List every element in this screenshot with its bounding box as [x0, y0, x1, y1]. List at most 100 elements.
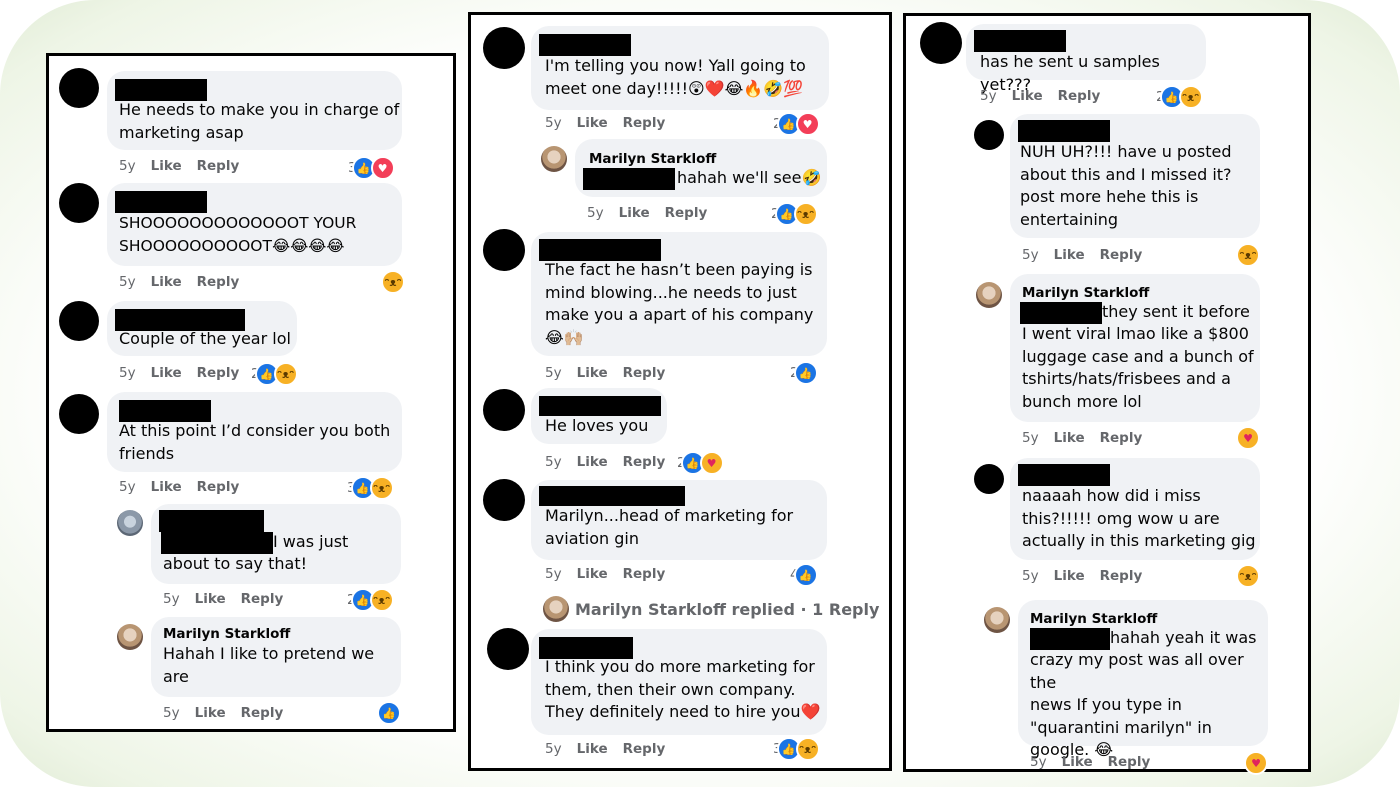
- reply-button[interactable]: Reply: [623, 115, 666, 131]
- like-button[interactable]: Like: [151, 158, 182, 174]
- reply-button[interactable]: Reply: [623, 454, 666, 470]
- reply-bubble: Marilyn Starkloff hahah we'll see🤣: [575, 139, 827, 197]
- redacted-name: [119, 400, 211, 422]
- reply-button[interactable]: Reply: [241, 705, 284, 721]
- timestamp: 5y: [545, 454, 562, 470]
- like-button[interactable]: Like: [151, 365, 182, 381]
- reaction-summary[interactable]: ᵔᴥᵔ: [379, 270, 405, 294]
- reply-button[interactable]: Reply: [197, 479, 240, 495]
- reaction-summary[interactable]: 2 👍 ᵔᴥᵔ: [251, 362, 298, 386]
- redacted-name: [539, 486, 685, 506]
- reply-button[interactable]: Reply: [241, 591, 284, 607]
- like-button[interactable]: Like: [1054, 568, 1085, 584]
- timestamp: 5y: [1022, 430, 1039, 446]
- comment-bubble: At this point I’d consider you both frie…: [107, 392, 402, 472]
- avatar: [541, 146, 567, 172]
- reply-bubble: Marilyn Starkloff Hahah I like to preten…: [151, 617, 401, 697]
- comment-text: SHOOOOOOOOOOOOOT YOUR SHOOOOOOOOOOT😂😂😂😂: [119, 214, 357, 255]
- reaction-summary[interactable]: ᵔᴥᵔ: [1234, 564, 1260, 588]
- comment-author[interactable]: Marilyn Starkloff: [163, 626, 290, 642]
- like-button[interactable]: Like: [151, 479, 182, 495]
- reply-button[interactable]: Reply: [197, 274, 240, 290]
- comment-actions: 5y Like Reply: [545, 566, 680, 582]
- avatar: [59, 394, 99, 434]
- reaction-summary[interactable]: 2 👍 ᵔᴥᵔ: [1156, 85, 1203, 109]
- reply-button[interactable]: Reply: [1058, 88, 1101, 104]
- reply-button[interactable]: Reply: [623, 566, 666, 582]
- like-button[interactable]: Like: [577, 115, 608, 131]
- reply-button[interactable]: Reply: [1108, 754, 1151, 770]
- redacted-name: [1018, 120, 1110, 142]
- reply-button[interactable]: Reply: [197, 158, 240, 174]
- like-button[interactable]: Like: [1054, 430, 1085, 446]
- reply-button[interactable]: Reply: [665, 205, 708, 221]
- reaction-summary[interactable]: 👍: [375, 701, 401, 725]
- reaction-summary[interactable]: 2 👍 ♥: [677, 451, 724, 475]
- reaction-summary[interactable]: ♥: [1242, 751, 1268, 775]
- reaction-summary[interactable]: 2 👍 ᵔᴥᵔ: [347, 588, 394, 612]
- comment-author[interactable]: Marilyn Starkloff: [1030, 611, 1157, 627]
- timestamp: 5y: [119, 158, 136, 174]
- avatar: [543, 596, 569, 622]
- comment-text-continued: crazy my post was all over the news If y…: [1030, 650, 1244, 759]
- comment-text: The fact he hasn’t been paying is mind b…: [545, 260, 814, 347]
- reaction-summary[interactable]: 2 👍 ♥: [773, 112, 820, 136]
- redacted-name: [974, 30, 1066, 52]
- comment-actions: 5y Like Reply: [1030, 754, 1165, 770]
- comment-text: He needs to make you in charge of market…: [119, 100, 400, 142]
- comment-actions: 5y Like Reply: [119, 158, 254, 174]
- reply-button[interactable]: Reply: [1100, 247, 1143, 263]
- like-button[interactable]: Like: [151, 274, 182, 290]
- like-button[interactable]: Like: [195, 591, 226, 607]
- view-replies-link[interactable]: Marilyn Starkloff replied · 1 Reply: [543, 596, 879, 622]
- comment-author[interactable]: Marilyn Starkloff: [589, 151, 716, 167]
- timestamp: 5y: [163, 705, 180, 721]
- reply-bubble: naaaah how did i miss this?!!!!! omg wow…: [1010, 458, 1260, 560]
- like-button[interactable]: Like: [195, 705, 226, 721]
- like-button[interactable]: Like: [1062, 754, 1093, 770]
- reply-button[interactable]: Reply: [1100, 568, 1143, 584]
- comment-actions: 5y Like Reply: [1022, 430, 1157, 446]
- like-button[interactable]: Like: [577, 566, 608, 582]
- comment-text: I'm telling you now! Yall going to meet …: [545, 56, 806, 98]
- care-icon: ♥: [1244, 751, 1268, 775]
- avatar: [487, 628, 529, 670]
- comment-actions: 5y Like Reply: [1022, 568, 1157, 584]
- reaction-summary[interactable]: ᵔᴥᵔ: [1234, 243, 1260, 267]
- like-button[interactable]: Like: [1054, 247, 1085, 263]
- redacted-name: [1018, 464, 1110, 486]
- like-button[interactable]: Like: [619, 205, 650, 221]
- reply-button[interactable]: Reply: [1100, 430, 1143, 446]
- reply-button[interactable]: Reply: [197, 365, 240, 381]
- timestamp: 5y: [545, 115, 562, 131]
- timestamp: 5y: [119, 365, 136, 381]
- reaction-summary[interactable]: 3 👍 ᵔᴥᵔ: [347, 476, 394, 500]
- timestamp: 5y: [545, 741, 562, 757]
- reply-button[interactable]: Reply: [623, 741, 666, 757]
- reaction-summary[interactable]: 3 👍 ♥: [348, 156, 395, 180]
- reaction-summary[interactable]: 4 👍: [790, 563, 818, 587]
- reply-button[interactable]: Reply: [623, 365, 666, 381]
- reply-bubble: NUH UH?!!! have u posted about this and …: [1010, 114, 1260, 238]
- redacted-name: [159, 510, 264, 532]
- reaction-summary[interactable]: ♥: [1234, 426, 1260, 450]
- reaction-summary[interactable]: 2 👍: [790, 361, 818, 385]
- comment-author[interactable]: Marilyn Starkloff: [1022, 285, 1149, 301]
- reaction-summary[interactable]: 3 👍 ᵔᴥᵔ: [773, 737, 820, 761]
- comment-actions: 5y Like Reply: [163, 591, 298, 607]
- comment-text: He loves you: [545, 416, 649, 435]
- comment-text: I was just: [273, 532, 349, 551]
- like-button[interactable]: Like: [577, 454, 608, 470]
- like-button[interactable]: Like: [577, 365, 608, 381]
- reaction-summary[interactable]: 2 👍 ᵔᴥᵔ: [771, 202, 818, 226]
- redacted-name: [539, 34, 631, 56]
- like-button[interactable]: Like: [577, 741, 608, 757]
- haha-icon: ᵔᴥᵔ: [795, 737, 820, 761]
- avatar: [117, 510, 143, 536]
- like-button[interactable]: Like: [1012, 88, 1043, 104]
- comment-bubble: The fact he hasn’t been paying is mind b…: [531, 232, 827, 356]
- comment-actions: 5y Like Reply: [545, 115, 680, 131]
- comment-text: Couple of the year lol: [119, 329, 291, 348]
- comments-panel-3: has he sent u samples yet??? 5y Like Reply…: [903, 13, 1311, 775]
- care-icon: ♥: [699, 451, 724, 475]
